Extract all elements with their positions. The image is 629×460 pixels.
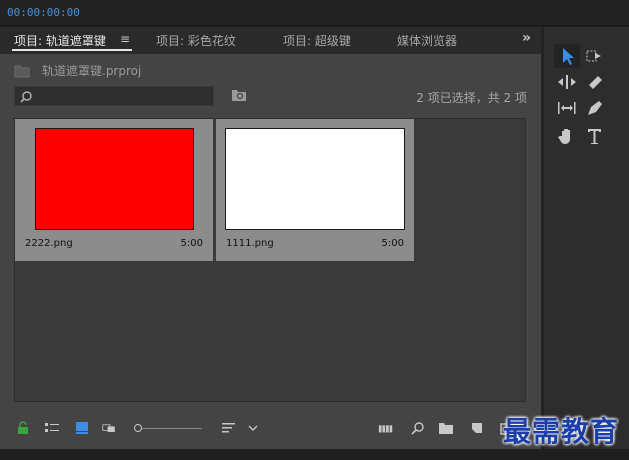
pen-tool-icon[interactable] — [582, 96, 608, 120]
new-bin-icon[interactable] — [438, 421, 454, 435]
clip-grid: 2222.png 5:00 1111.png 5:00 — [14, 118, 526, 402]
tab-project-color-pattern[interactable]: 项目: 彩色花纹 — [156, 32, 236, 49]
tools-panel — [544, 27, 629, 449]
track-select-icon[interactable] — [582, 44, 608, 68]
search-icon — [20, 91, 32, 103]
lock-icon[interactable] — [15, 421, 31, 435]
sort-icon[interactable] — [221, 421, 237, 435]
project-file-icon — [14, 65, 30, 78]
clip-thumbnail[interactable] — [225, 128, 405, 230]
timecode-display[interactable]: 00:00:00:00 — [7, 6, 80, 19]
sort-dropdown-icon[interactable] — [245, 421, 261, 435]
zoom-slider[interactable] — [134, 424, 204, 432]
search-field[interactable] — [14, 86, 214, 106]
find-icon[interactable] — [410, 421, 426, 435]
search-input[interactable] — [37, 88, 207, 104]
freeform-view-icon[interactable] — [102, 421, 118, 435]
icon-view-icon[interactable] — [74, 421, 90, 435]
zoom-slider-track[interactable] — [142, 428, 202, 429]
project-panel: 项目: 轨道遮罩键 ≡ 项目: 彩色花纹 项目: 超级键 媒体浏览器 » 轨道遮… — [0, 27, 541, 449]
clip-thumbnail[interactable] — [35, 128, 194, 230]
clip-duration: 5:00 — [180, 238, 203, 249]
tab-project-track-matte[interactable]: 项目: 轨道遮罩键 — [14, 32, 106, 49]
tab-project-ultra-key[interactable]: 项目: 超级键 — [283, 32, 351, 49]
clip-name: 2222.png — [25, 238, 73, 249]
panel-tabs: 项目: 轨道遮罩键 ≡ 项目: 彩色花纹 项目: 超级键 媒体浏览器 » — [0, 27, 541, 54]
project-bottom-toolbar — [0, 414, 541, 444]
tab-media-browser[interactable]: 媒体浏览器 — [397, 32, 457, 49]
razor-tool-icon[interactable] — [582, 70, 608, 94]
automate-to-sequence-icon[interactable] — [378, 421, 394, 435]
tabs-overflow-icon[interactable]: » — [522, 30, 531, 46]
selection-tool-icon[interactable] — [554, 44, 580, 68]
watermark-logo: 最需教育 — [503, 415, 620, 448]
slip-tool-icon[interactable] — [554, 96, 580, 120]
ripple-edit-icon[interactable] — [554, 70, 580, 94]
project-file-name: 轨道遮罩键.prproj — [42, 64, 142, 78]
new-search-bin-icon[interactable] — [231, 88, 247, 102]
type-tool-icon[interactable] — [582, 124, 608, 148]
clip-name: 1111.png — [226, 238, 274, 249]
selection-status: 2 项已选择，共 2 项 — [416, 91, 527, 105]
panel-menu-icon[interactable]: ≡ — [120, 32, 130, 46]
hand-tool-icon[interactable] — [554, 124, 580, 148]
clip-item[interactable]: 1111.png 5:00 — [216, 119, 414, 261]
new-item-icon[interactable] — [469, 421, 485, 435]
status-strip — [0, 449, 629, 460]
clip-duration: 5:00 — [381, 238, 404, 249]
clip-item[interactable]: 2222.png 5:00 — [15, 119, 213, 261]
timecode-bar: 00:00:00:00 — [0, 0, 629, 26]
active-tab-indicator — [12, 49, 132, 51]
zoom-slider-handle[interactable] — [134, 424, 142, 432]
list-view-icon[interactable] — [44, 421, 60, 435]
